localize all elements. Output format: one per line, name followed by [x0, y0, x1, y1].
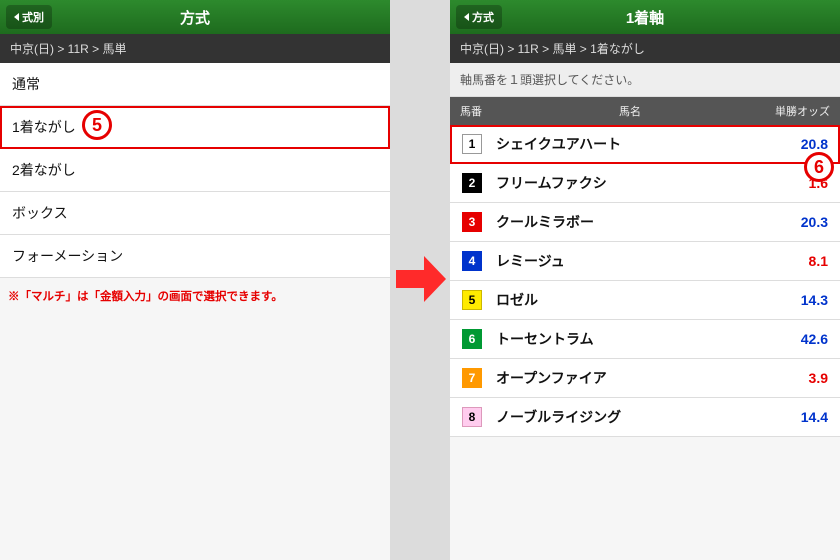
- horse-odds: 8.1: [768, 253, 828, 269]
- horse-row[interactable]: 2フリームファクシ1.6: [450, 164, 840, 203]
- method-label: 通常: [12, 74, 40, 94]
- note-text: ※「マルチ」は「金額入力」の画面で選択できます。: [0, 278, 390, 314]
- col-name: 馬名: [500, 103, 760, 119]
- method-list: 通常 1着ながし 2着ながしボックスフォーメーション: [0, 63, 390, 278]
- horse-odds: 20.8: [768, 136, 828, 152]
- horse-name: オープンファイア: [496, 368, 768, 388]
- horse-name: ノーブルライジング: [496, 407, 768, 427]
- method-label: フォーメーション: [12, 246, 123, 266]
- horse-row[interactable]: 6 トーセントラム42.6: [450, 320, 840, 359]
- horse-row[interactable]: 5 ロゼル14.3: [450, 281, 840, 320]
- horse-number: 7: [462, 368, 482, 388]
- page-title: 方式: [180, 7, 210, 28]
- horse-number: 2: [462, 173, 482, 193]
- back-button[interactable]: 式別: [6, 5, 52, 29]
- horse-name: レミージュ: [496, 251, 768, 271]
- horse-number: 4: [462, 251, 482, 271]
- horse-name: ロゼル: [496, 290, 768, 310]
- method-label: 1着ながし: [12, 117, 76, 137]
- method-row[interactable]: ボックス: [0, 192, 390, 235]
- horse-row[interactable]: 3 クールミラボー20.3: [450, 203, 840, 242]
- horse-number: 1: [462, 134, 482, 154]
- horse-list: 1シェイクユアハート20.82フリームファクシ1.63クールミラボー20.34レ…: [450, 125, 840, 437]
- col-num: 馬番: [460, 103, 500, 119]
- header: 方式 1着軸: [450, 0, 840, 34]
- method-row[interactable]: フォーメーション: [0, 235, 390, 278]
- method-label: ボックス: [12, 203, 68, 223]
- horse-name: トーセントラム: [496, 329, 768, 349]
- screen-method: 式別 方式 中京(日) > 11R > 馬単 通常 1着ながし 2着ながしボックスフ…: [0, 0, 390, 560]
- horse-number: 5: [462, 290, 482, 310]
- horse-odds: 20.3: [768, 214, 828, 230]
- header: 式別 方式: [0, 0, 390, 34]
- horse-name: クールミラボー: [496, 212, 768, 232]
- breadcrumb: 中京(日) > 11R > 馬単 > 1着ながし: [450, 34, 840, 63]
- method-row[interactable]: 1着ながし: [0, 106, 390, 149]
- col-odds: 単勝オッズ: [760, 103, 830, 119]
- horse-odds: 14.3: [768, 292, 828, 308]
- horse-number: 6: [462, 329, 482, 349]
- horse-row[interactable]: 1 シェイクユアハート20.8: [450, 125, 840, 164]
- back-button[interactable]: 方式: [456, 5, 502, 29]
- horse-row[interactable]: 8 ノーブルライジング14.4: [450, 398, 840, 437]
- back-label: 式別: [22, 9, 44, 25]
- table-header: 馬番 馬名 単勝オッズ: [450, 97, 840, 125]
- back-label: 方式: [472, 9, 494, 25]
- page-title: 1着軸: [626, 7, 664, 28]
- horse-row[interactable]: 7 オープンファイア3.9: [450, 359, 840, 398]
- horse-name: フリームファクシ: [496, 173, 768, 193]
- step-badge-5: 5: [82, 110, 112, 140]
- method-row[interactable]: 通常: [0, 63, 390, 106]
- horse-odds: 42.6: [768, 331, 828, 347]
- breadcrumb: 中京(日) > 11R > 馬単: [0, 34, 390, 63]
- horse-number: 8: [462, 407, 482, 427]
- horse-name: シェイクユアハート: [496, 134, 768, 154]
- horse-number: 3: [462, 212, 482, 232]
- method-label: 2着ながし: [12, 160, 76, 180]
- horse-row[interactable]: 4 レミージュ8.1: [450, 242, 840, 281]
- instruction-text: 軸馬番を１頭選択してください。: [450, 63, 840, 97]
- horse-odds: 3.9: [768, 370, 828, 386]
- screen-axis: 方式 1着軸 中京(日) > 11R > 馬単 > 1着ながし 軸馬番を１頭選択…: [450, 0, 840, 560]
- step-badge-6: 6: [804, 152, 834, 182]
- arrow-icon: [396, 256, 444, 302]
- method-row[interactable]: 2着ながし: [0, 149, 390, 192]
- horse-odds: 14.4: [768, 409, 828, 425]
